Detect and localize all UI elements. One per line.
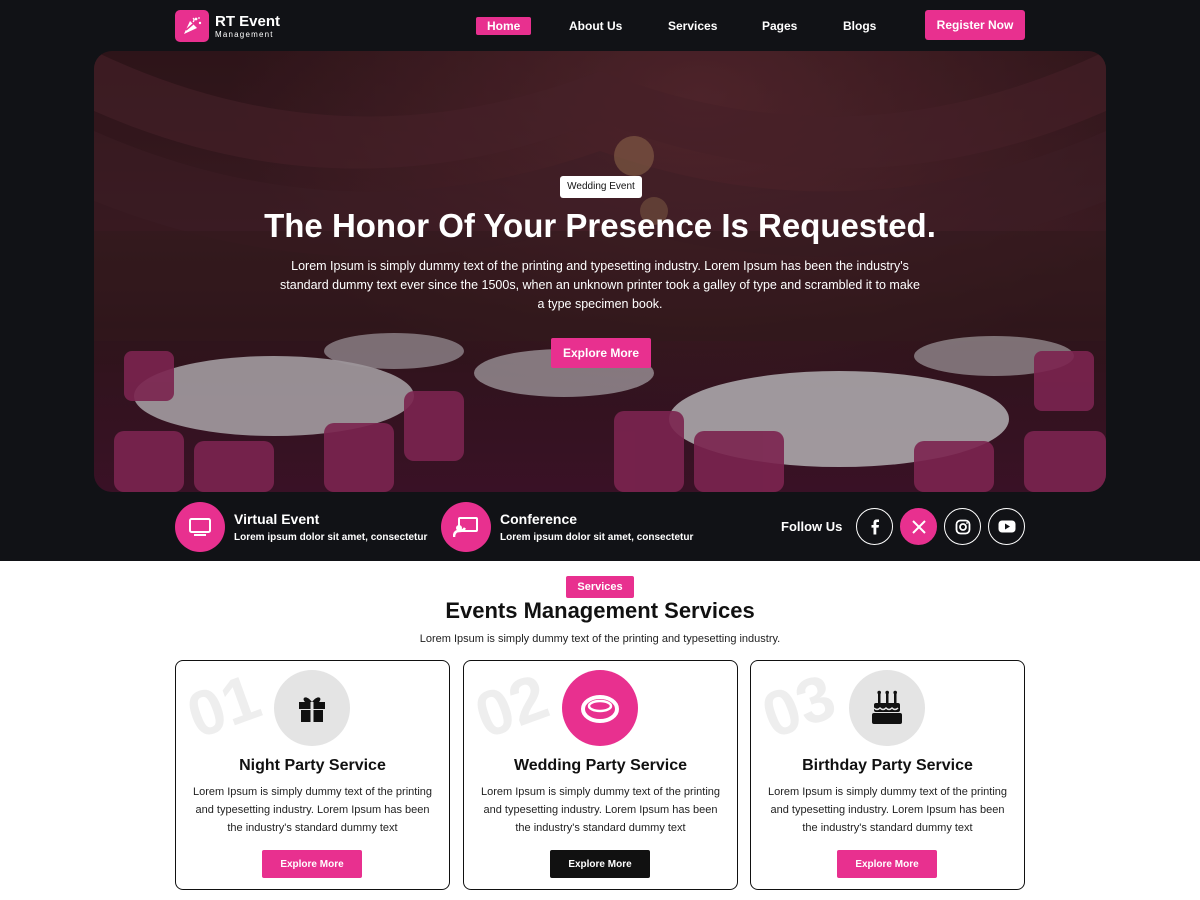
instagram-icon[interactable] — [944, 508, 981, 545]
facebook-icon[interactable] — [856, 508, 893, 545]
services-tag: Services — [566, 576, 634, 598]
card-title: Birthday Party Service — [802, 757, 973, 774]
card-description: Lorem Ipsum is simply dummy text of the … — [192, 786, 433, 834]
card-number: 03 — [752, 659, 845, 753]
card-description: Lorem Ipsum is simply dummy text of the … — [480, 786, 721, 834]
feature-conference[interactable]: Conference Lorem ipsum dolor sit amet, c… — [441, 502, 693, 552]
service-card-night-party: 01 Night Party Service Lorem Ipsum is si… — [175, 660, 450, 890]
nav-item-blogs[interactable]: Blogs — [843, 17, 876, 35]
explore-more-button[interactable]: Explore More — [837, 850, 937, 878]
nav-item-pages[interactable]: Pages — [762, 17, 797, 35]
feature-title: Virtual Event — [234, 511, 320, 527]
nav-item-home[interactable]: Home — [476, 17, 532, 35]
feature-description: Lorem ipsum dolor sit amet, consectetur — [234, 532, 428, 543]
services-title: Events Management Services — [445, 598, 755, 623]
nav-item-services[interactable]: Services — [668, 17, 717, 35]
register-now-button[interactable]: Register Now — [925, 10, 1025, 40]
feature-description: Lorem ipsum dolor sit amet, consectetur — [500, 532, 694, 543]
service-card-wedding-party: 02 Wedding Party Service Lorem Ipsum is … — [463, 660, 738, 890]
hero-title: The Honor Of Your Presence Is Requested. — [264, 207, 936, 244]
feature-virtual-event[interactable]: Virtual Event Lorem ipsum dolor sit amet… — [175, 502, 427, 552]
hero-tag: Wedding Event — [560, 176, 642, 198]
card-description: Lorem Ipsum is simply dummy text of the … — [767, 786, 1008, 834]
x-icon[interactable] — [900, 508, 937, 545]
ring-icon — [562, 670, 638, 746]
feature-title: Conference — [500, 511, 578, 527]
card-title: Night Party Service — [239, 757, 386, 774]
card-number: 01 — [177, 659, 270, 753]
hero-description: Lorem Ipsum is simply dummy text of the … — [280, 259, 920, 311]
hero-banner: Wedding Event The Honor Of Your Presence… — [94, 51, 1106, 492]
service-card-birthday-party: 03 Birthday Party Service Lorem Ipsum is… — [750, 660, 1025, 890]
cake-icon — [849, 670, 925, 746]
party-popper-icon — [175, 10, 209, 42]
presentation-icon — [441, 502, 491, 552]
gift-icon — [274, 670, 350, 746]
brand-subtitle: Management — [215, 29, 274, 39]
follow-us-label: Follow Us — [781, 519, 843, 534]
explore-more-button[interactable]: Explore More — [550, 850, 650, 878]
explore-more-button[interactable]: Explore More — [262, 850, 362, 878]
youtube-icon[interactable] — [988, 508, 1025, 545]
brand-text: RT Event Management — [215, 14, 280, 39]
services-description: Lorem Ipsum is simply dummy text of the … — [419, 633, 781, 645]
brand-logo[interactable]: RT Event Management — [175, 10, 280, 42]
card-number: 02 — [465, 659, 558, 753]
card-title: Wedding Party Service — [513, 757, 688, 774]
brand-title: RT Event — [215, 12, 281, 30]
hero-explore-more-button[interactable]: Explore More — [551, 338, 651, 368]
nav-item-about-us[interactable]: About Us — [569, 17, 622, 35]
monitor-icon — [175, 502, 225, 552]
